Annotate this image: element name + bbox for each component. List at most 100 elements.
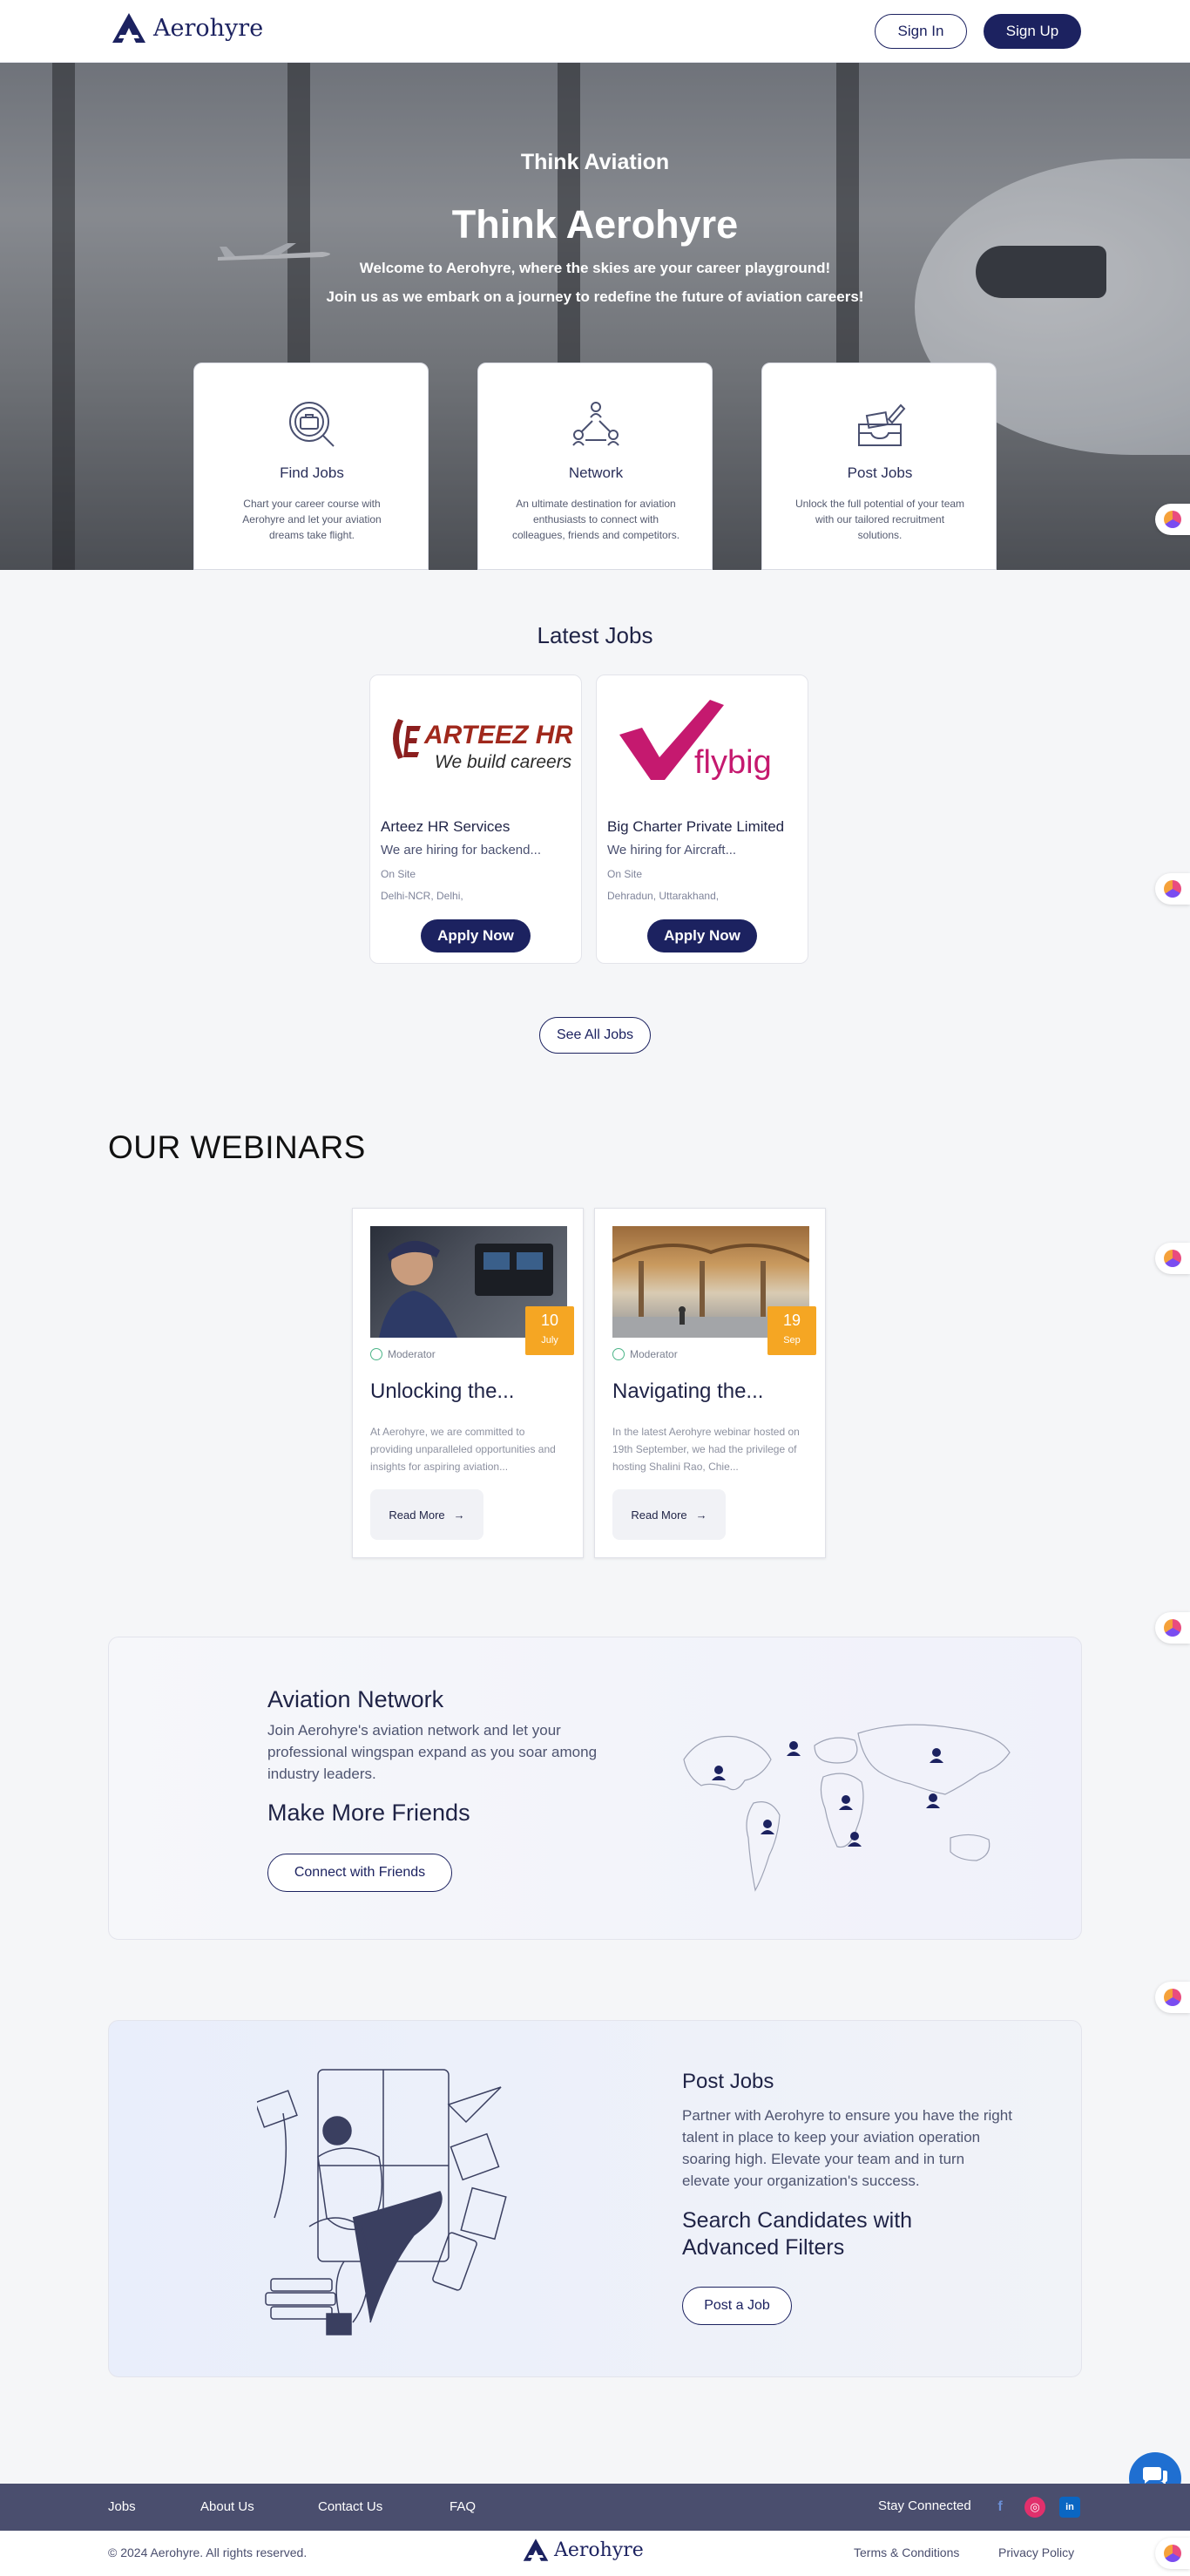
footer-bottom: © 2024 Aerohyre. All rights reserved. Ae… bbox=[0, 2531, 1190, 2576]
briefcase-search-icon bbox=[289, 402, 335, 447]
aerohyre-logo-icon bbox=[523, 2539, 549, 2561]
floating-widget-button[interactable] bbox=[1155, 873, 1190, 905]
widget-icon bbox=[1164, 880, 1181, 898]
feature-title: Post Jobs bbox=[847, 464, 913, 481]
moderator-label: Moderator bbox=[630, 1348, 678, 1360]
hero-title: Think Aerohyre bbox=[451, 202, 739, 247]
linkedin-icon[interactable]: in bbox=[1059, 2497, 1080, 2518]
sign-up-button[interactable]: Sign Up bbox=[984, 14, 1081, 49]
brand-name: Aerohyre bbox=[554, 2539, 644, 2561]
widget-icon bbox=[1164, 1250, 1181, 1267]
post-jobs-desc: Partner with Aerohyre to ensure you have… bbox=[682, 2107, 1012, 2189]
floating-widget-button[interactable] bbox=[1155, 2538, 1190, 2569]
footer-brand-logo[interactable]: Aerohyre bbox=[523, 2538, 644, 2562]
terms-link[interactable]: Terms & Conditions bbox=[854, 2545, 959, 2559]
arrow-right-icon: → bbox=[695, 1508, 707, 1522]
webinar-day: 10 bbox=[540, 1312, 559, 1329]
job-card[interactable]: ARTEEZ HR We build careers Arteez HR Ser… bbox=[369, 675, 582, 964]
latest-jobs-title: Latest Jobs bbox=[537, 622, 653, 648]
aerohyre-logo-icon bbox=[112, 13, 145, 43]
arteez-logo-tagline: We build careers bbox=[435, 752, 572, 772]
hero-subtitle: Think Aviation bbox=[520, 150, 670, 174]
job-company: Big Charter Private Limited bbox=[607, 818, 785, 835]
read-more-button[interactable]: Read More → bbox=[612, 1489, 726, 1540]
network-subtitle: Make More Friends bbox=[267, 1800, 470, 1826]
connect-with-friends-button[interactable]: Connect with Friends bbox=[267, 1854, 452, 1892]
flybig-logo: flybig bbox=[619, 700, 772, 781]
webinar-card[interactable]: 10 July Moderator Unlocking the... At Ae… bbox=[352, 1208, 584, 1558]
apply-now-button[interactable]: Apply Now bbox=[421, 919, 531, 952]
apply-now-button[interactable]: Apply Now bbox=[647, 919, 757, 952]
webinar-desc: At Aerohyre, we are committed to providi… bbox=[370, 1426, 556, 1473]
job-location: Delhi-NCR, Delhi, bbox=[381, 890, 463, 902]
widget-icon bbox=[1164, 1619, 1181, 1637]
job-type: On Site bbox=[381, 868, 416, 880]
hero-journey-text: Join us as we embark on a journey to red… bbox=[326, 288, 864, 305]
flybig-logo-text: flybig bbox=[694, 744, 772, 781]
feature-title: Network bbox=[568, 464, 624, 481]
read-more-button[interactable]: Read More → bbox=[370, 1489, 483, 1540]
footer-nav: Jobs About Us Contact Us FAQ Stay Connec… bbox=[0, 2484, 1190, 2531]
copyright-text: © 2024 Aerohyre. All rights reserved. bbox=[108, 2545, 308, 2559]
floating-widget-button[interactable] bbox=[1155, 1612, 1190, 1644]
world-map-illustration bbox=[683, 1724, 1011, 1892]
post-jobs-illustration bbox=[257, 2069, 507, 2335]
moderator-label: Moderator bbox=[388, 1348, 436, 1360]
widget-icon bbox=[1164, 2545, 1181, 2562]
webinar-date-badge: 19 Sep bbox=[767, 1306, 816, 1355]
webinar-date-badge: 10 July bbox=[525, 1306, 574, 1355]
network-title: Aviation Network bbox=[267, 1686, 444, 1712]
webinars-title: OUR WEBINARS bbox=[108, 1129, 366, 1165]
user-circle-icon bbox=[370, 1348, 382, 1360]
feature-desc: An ultimate destination for aviation ent… bbox=[511, 498, 680, 541]
aviation-network-section: Aviation Network Join Aerohyre's aviatio… bbox=[108, 1637, 1082, 1940]
job-role: We hiring for Aircraft... bbox=[607, 843, 737, 858]
feature-card-find-jobs[interactable]: Find Jobs Chart your career course with … bbox=[193, 363, 429, 570]
job-role: We are hiring for backend... bbox=[381, 843, 541, 858]
footer-link-faq[interactable]: FAQ bbox=[450, 2499, 476, 2514]
feature-card-network[interactable]: Network An ultimate destination for avia… bbox=[477, 363, 713, 570]
moderator-tag: Moderator bbox=[370, 1348, 436, 1360]
feature-card-post-jobs[interactable]: Post Jobs Unlock the full potential of y… bbox=[761, 363, 997, 570]
job-card[interactable]: flybig Big Charter Private Limited We hi… bbox=[596, 675, 808, 964]
webinar-month: July bbox=[541, 1335, 558, 1346]
footer-link-jobs[interactable]: Jobs bbox=[108, 2499, 136, 2514]
arteez-logo-title: ARTEEZ HR bbox=[423, 721, 572, 749]
post-jobs-section: Post Jobs Partner with Aerohyre to ensur… bbox=[108, 2020, 1082, 2377]
footer-link-contact-us[interactable]: Contact Us bbox=[318, 2499, 382, 2514]
brand-name: Aerohyre bbox=[153, 14, 264, 42]
page: Aerohyre Sign In Sign Up Think Aviation … bbox=[0, 0, 1190, 2576]
post-a-job-button[interactable]: Post a Job bbox=[682, 2287, 792, 2325]
webinar-title: Navigating the... bbox=[612, 1380, 764, 1403]
post-jobs-title: Post Jobs bbox=[682, 2070, 774, 2093]
webinar-day: 19 bbox=[782, 1312, 801, 1329]
user-circle-icon bbox=[612, 1348, 625, 1360]
post-tray-icon bbox=[858, 403, 906, 446]
post-jobs-subtitle: Search Candidates with Advanced Filters bbox=[682, 2208, 913, 2260]
hero-welcome-text: Welcome to Aerohyre, where the skies are… bbox=[359, 260, 831, 276]
widget-icon bbox=[1164, 511, 1181, 528]
instagram-icon[interactable]: ◎ bbox=[1024, 2497, 1045, 2518]
floating-widget-button[interactable] bbox=[1155, 1243, 1190, 1274]
read-more-label: Read More bbox=[389, 1508, 445, 1522]
privacy-link[interactable]: Privacy Policy bbox=[998, 2545, 1074, 2559]
facebook-icon[interactable]: f bbox=[990, 2497, 1011, 2518]
read-more-label: Read More bbox=[631, 1508, 687, 1522]
floating-widget-button[interactable] bbox=[1155, 1982, 1190, 2013]
brand-logo[interactable]: Aerohyre bbox=[112, 12, 263, 44]
webinar-month: Sep bbox=[783, 1335, 801, 1346]
webinar-desc: In the latest Aerohyre webinar hosted on… bbox=[612, 1426, 800, 1473]
footer-link-about-us[interactable]: About Us bbox=[200, 2499, 254, 2514]
job-type: On Site bbox=[607, 868, 643, 880]
floating-widget-button[interactable] bbox=[1155, 504, 1190, 535]
widget-icon bbox=[1164, 1989, 1181, 2006]
webinar-card[interactable]: 19 Sep Moderator Navigating the... In th… bbox=[594, 1208, 826, 1558]
moderator-tag: Moderator bbox=[612, 1348, 678, 1360]
sign-in-button[interactable]: Sign In bbox=[875, 14, 967, 49]
arrow-right-icon: → bbox=[453, 1508, 465, 1522]
webinar-title: Unlocking the... bbox=[370, 1380, 515, 1403]
network-desc: Join Aerohyre's aviation network and let… bbox=[267, 1722, 598, 1782]
feature-title: Find Jobs bbox=[280, 464, 344, 481]
feature-desc: Chart your career course with Aerohyre a… bbox=[242, 498, 382, 541]
see-all-jobs-button[interactable]: See All Jobs bbox=[539, 1017, 651, 1054]
